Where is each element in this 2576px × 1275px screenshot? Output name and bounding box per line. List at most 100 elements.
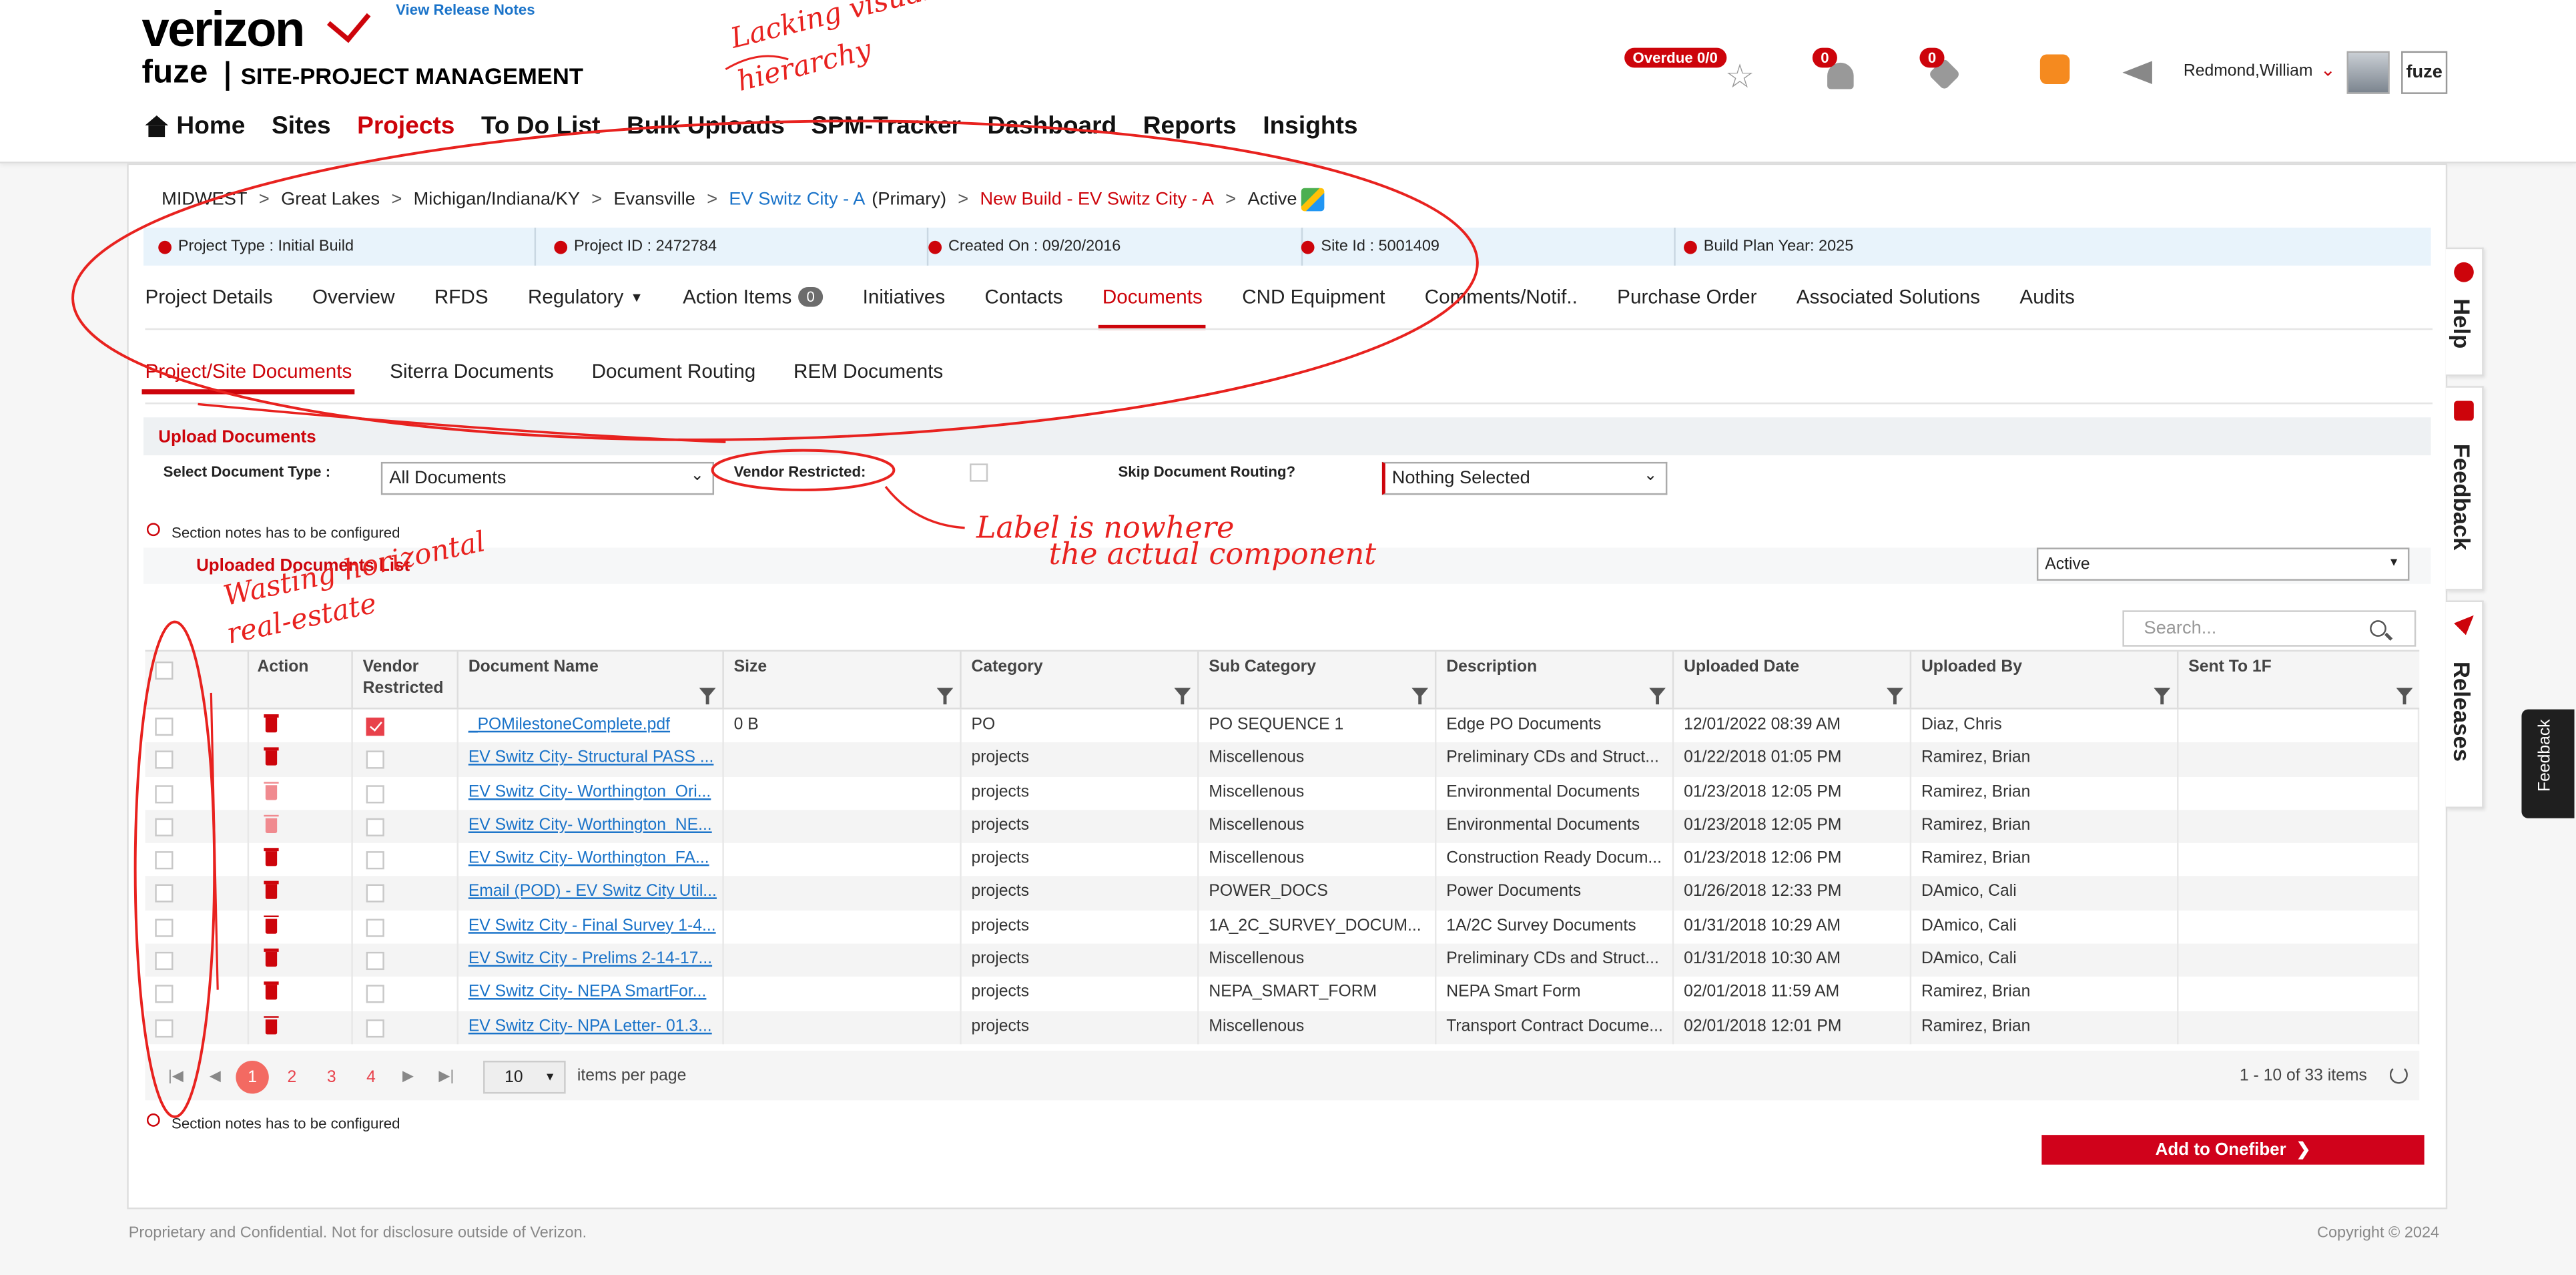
feedback-side-tab[interactable]: Feedback	[2445, 386, 2484, 591]
tab-audits[interactable]: Audits	[2019, 286, 2074, 309]
trash-icon[interactable]	[264, 982, 279, 1001]
status-filter-select[interactable]: Active ▼	[2036, 547, 2410, 581]
verizon-logo[interactable]: verizon	[142, 3, 306, 59]
doc-type-select[interactable]: All Documents ⌄	[380, 461, 715, 495]
user-name[interactable]: Redmond,William	[2184, 63, 2313, 81]
nav-bulk-uploads[interactable]: Bulk Uploads	[627, 112, 785, 140]
filter-icon[interactable]	[1174, 688, 1191, 705]
tab-overview[interactable]: Overview	[312, 286, 395, 309]
megaphone-icon[interactable]	[2122, 61, 2152, 85]
tab-purchase-order[interactable]: Purchase Order	[1617, 286, 1756, 309]
vendor-restricted-checkbox[interactable]	[366, 884, 384, 903]
nav-home[interactable]: Home	[145, 112, 245, 140]
search-input[interactable]: Search...	[2122, 610, 2417, 647]
avatar[interactable]	[2346, 51, 2390, 94]
breadcrumb-project[interactable]: New Build - EV Switz City - A	[980, 190, 1214, 210]
col-uploaded-date[interactable]: Uploaded Date	[1674, 652, 1912, 708]
tab-action-items[interactable]: Action Items 0	[683, 286, 824, 308]
document-link[interactable]: EV Switz City- Worthington_FA...	[468, 850, 709, 868]
page-size-select[interactable]: 10 ▼	[483, 1060, 566, 1094]
subtab-project-site-documents[interactable]: Project/Site Documents	[141, 360, 356, 395]
document-link[interactable]: EV Switz City- NPA Letter- 01.3...	[468, 1017, 712, 1035]
overdue-badge[interactable]: Overdue 0/0	[1624, 47, 1726, 68]
trash-icon[interactable]	[264, 714, 279, 733]
filter-icon[interactable]	[1411, 688, 1429, 705]
vendor-restricted-checkbox[interactable]	[366, 784, 384, 803]
tab-project-details[interactable]: Project Details	[145, 286, 272, 309]
row-checkbox[interactable]	[155, 784, 174, 803]
col-uploaded-by[interactable]: Uploaded By	[1911, 652, 2179, 708]
tab-regulatory[interactable]: Regulatory ▼	[528, 286, 643, 309]
tab-rfds[interactable]: RFDS	[434, 286, 489, 309]
skip-routing-select[interactable]: Nothing Selected ⌄	[1381, 461, 1668, 495]
vendor-restricted-checkbox[interactable]	[366, 1019, 384, 1037]
select-all-checkbox[interactable]	[155, 661, 174, 680]
vendor-restricted-checkbox[interactable]	[366, 818, 384, 836]
row-checkbox[interactable]	[155, 1019, 174, 1037]
next-page-icon[interactable]: ▶	[402, 1067, 414, 1085]
col-sent-to-1f[interactable]: Sent To 1F	[2178, 652, 2419, 708]
vendor-restricted-checkbox[interactable]	[366, 985, 384, 1004]
releases-side-tab[interactable]: Releases	[2445, 600, 2484, 808]
subtab-document-routing[interactable]: Document Routing	[592, 360, 756, 383]
nav-todo[interactable]: To Do List	[481, 112, 600, 140]
document-link[interactable]: EV Switz City- Structural PASS ...	[468, 750, 714, 768]
fuze-app-button[interactable]: fuze	[2401, 51, 2448, 94]
tab-comments[interactable]: Comments/Notif..	[1425, 286, 1578, 309]
prev-page-icon[interactable]: ◀	[210, 1067, 221, 1085]
nav-spm-tracker[interactable]: SPM-Tracker	[811, 112, 961, 140]
filter-icon[interactable]	[1649, 688, 1666, 705]
document-link[interactable]: EV Switz City - Prelims 2-14-17...	[468, 951, 712, 969]
row-checkbox[interactable]	[155, 818, 174, 836]
feedback-floating-button[interactable]: Feedback	[2521, 709, 2575, 818]
col-description[interactable]: Description	[1436, 652, 1674, 708]
breadcrumb-region[interactable]: MIDWEST	[162, 190, 247, 210]
tab-cnd-equipment[interactable]: CND Equipment	[1242, 286, 1385, 309]
page-1[interactable]: 1	[236, 1060, 269, 1094]
nav-sites[interactable]: Sites	[272, 112, 331, 140]
vendor-restricted-checkbox[interactable]	[366, 918, 384, 937]
tab-initiatives[interactable]: Initiatives	[863, 286, 946, 309]
col-size[interactable]: Size	[724, 652, 962, 708]
document-link[interactable]: Email (POD) - EV Switz City Util...	[468, 883, 717, 901]
nav-insights[interactable]: Insights	[1263, 112, 1357, 140]
document-link[interactable]: EV Switz City- Worthington_NE...	[468, 816, 712, 834]
tab-associated-solutions[interactable]: Associated Solutions	[1797, 286, 1980, 309]
breadcrumb-submarket[interactable]: Evansville	[614, 190, 695, 210]
trash-icon[interactable]	[264, 949, 279, 967]
trash-icon[interactable]	[264, 781, 279, 800]
page-3[interactable]: 3	[315, 1061, 348, 1093]
col-document-name[interactable]: Document Name	[458, 652, 724, 708]
star-icon[interactable]: ☆	[1725, 56, 1754, 97]
trash-icon[interactable]	[264, 1015, 279, 1034]
trash-icon[interactable]	[264, 915, 279, 934]
document-link[interactable]: _POMilestoneComplete.pdf	[468, 716, 670, 734]
trash-icon[interactable]	[264, 881, 279, 901]
row-checkbox[interactable]	[155, 952, 174, 971]
breadcrumb-area[interactable]: Great Lakes	[281, 190, 380, 210]
tab-documents[interactable]: Documents	[1098, 286, 1206, 330]
col-category[interactable]: Category	[962, 652, 1199, 708]
page-4[interactable]: 4	[354, 1061, 387, 1093]
chevron-down-icon[interactable]: ⌄	[2320, 59, 2336, 81]
row-checkbox[interactable]	[155, 717, 174, 736]
add-to-onefiber-button[interactable]: Add to Onefiber ❯	[2041, 1135, 2425, 1165]
release-notes-link[interactable]: View Release Notes	[396, 1, 535, 18]
filter-icon[interactable]	[2154, 688, 2171, 705]
trash-icon[interactable]	[264, 814, 279, 833]
filter-icon[interactable]	[936, 688, 954, 705]
first-page-icon[interactable]: |◀	[168, 1067, 184, 1085]
row-checkbox[interactable]	[155, 918, 174, 937]
last-page-icon[interactable]: ▶|	[438, 1067, 454, 1085]
page-2[interactable]: 2	[276, 1061, 308, 1093]
row-checkbox[interactable]	[155, 851, 174, 870]
nav-projects[interactable]: Projects	[357, 112, 454, 140]
document-link[interactable]: EV Switz City- NEPA SmartFor...	[468, 984, 707, 1002]
trash-icon[interactable]	[264, 748, 279, 766]
row-checkbox[interactable]	[155, 884, 174, 903]
subtab-siterra-documents[interactable]: Siterra Documents	[390, 360, 554, 383]
col-sub-category[interactable]: Sub Category	[1199, 652, 1437, 708]
breadcrumb-site[interactable]: EV Switz City - A	[729, 190, 865, 210]
vendor-restricted-checkbox[interactable]	[366, 717, 384, 736]
vendor-restricted-checkbox[interactable]	[366, 952, 384, 971]
